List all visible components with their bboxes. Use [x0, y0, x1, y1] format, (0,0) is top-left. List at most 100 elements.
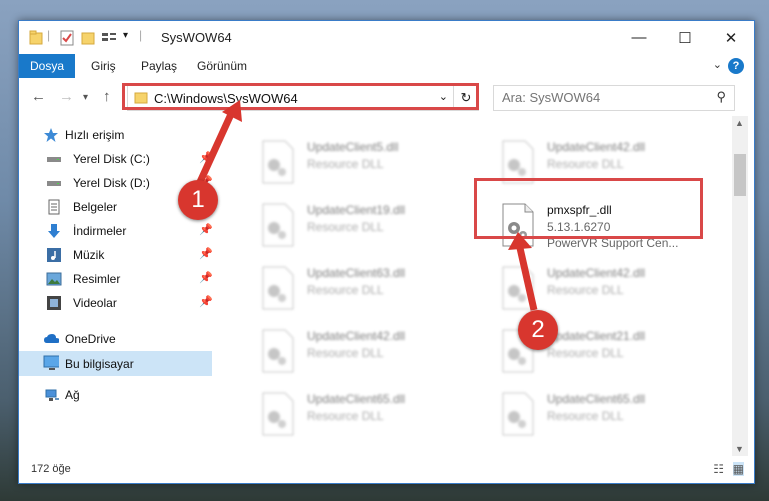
- computer-icon: [43, 355, 59, 370]
- pictures-icon: [46, 272, 62, 286]
- file-name: UpdateClient42.dll: [547, 140, 646, 154]
- details-view-icon[interactable]: ☷: [713, 462, 724, 476]
- new-folder-icon[interactable]: [81, 29, 95, 47]
- quick-access-dropdown-icon[interactable]: ▾: [123, 30, 128, 48]
- sidebar-item-label: Resimler: [73, 272, 121, 286]
- tab-view[interactable]: Görünüm: [197, 59, 247, 73]
- maximize-button[interactable]: ☐: [662, 21, 708, 54]
- file-name: UpdateClient65.dll: [547, 392, 646, 406]
- file-description: Resource DLL: [307, 409, 384, 423]
- scrollbar-thumb[interactable]: [734, 154, 746, 196]
- file-name: UpdateClient5.dll: [307, 140, 399, 154]
- navigation-pane: Hızlı erişim Yerel Disk (C:) 📌 Yerel Dis…: [19, 116, 213, 456]
- dll-file-icon: [262, 329, 294, 373]
- dll-file-icon: [502, 392, 534, 436]
- explorer-window: | ▾ | SysWOW64 — ☐ ✕ Dosya Giriş Paylaş …: [18, 20, 755, 484]
- list-item[interactable]: UpdateClient19.dll Resource DLL: [259, 197, 489, 253]
- up-button[interactable]: ↑: [103, 88, 111, 105]
- list-item[interactable]: UpdateClient42.dll Resource DLL: [259, 323, 489, 379]
- sidebar-item-network[interactable]: Ağ: [19, 384, 212, 406]
- sidebar-item-onedrive[interactable]: OneDrive: [19, 328, 212, 350]
- close-button[interactable]: ✕: [708, 21, 754, 54]
- cloud-icon: [44, 334, 59, 343]
- network-icon: [45, 389, 59, 401]
- scroll-down-icon[interactable]: ▼: [735, 444, 744, 454]
- sidebar-item-label: Hızlı erişim: [65, 128, 125, 142]
- title-bar: | ▾ | SysWOW64 — ☐ ✕: [19, 21, 754, 54]
- file-name: UpdateClient21.dll: [547, 329, 646, 343]
- list-item[interactable]: UpdateClient5.dll Resource DLL: [259, 134, 489, 190]
- minimize-button[interactable]: —: [616, 21, 662, 54]
- sidebar-item-this-pc[interactable]: Bu bilgisayar: [19, 351, 212, 376]
- ribbon: Dosya Giriş Paylaş Görünüm ⌄ ?: [19, 54, 754, 79]
- step-marker-2: 2: [518, 310, 558, 350]
- file-description: Resource DLL: [307, 283, 384, 297]
- dll-file-icon: [262, 266, 294, 310]
- sidebar-item-label: Yerel Disk (D:): [73, 176, 150, 190]
- file-list: UpdateClient5.dll Resource DLL UpdateCli…: [217, 116, 732, 456]
- file-name: UpdateClient63.dll: [307, 266, 406, 280]
- list-item[interactable]: UpdateClient65.dll Resource DLL: [259, 386, 489, 442]
- sidebar-item-label: Müzik: [73, 248, 105, 262]
- sidebar-item-quick-access[interactable]: Hızlı erişim: [19, 124, 212, 146]
- list-item[interactable]: UpdateClient63.dll Resource DLL: [259, 260, 489, 316]
- file-name: UpdateClient65.dll: [307, 392, 406, 406]
- music-icon: [47, 248, 61, 262]
- file-name: UpdateClient42.dll: [547, 266, 646, 280]
- pin-icon: 📌: [199, 224, 213, 236]
- list-item[interactable]: UpdateClient65.dll Resource DLL: [499, 386, 729, 442]
- separator: |: [47, 28, 51, 42]
- file-description: Resource DLL: [547, 157, 624, 171]
- sidebar-item-pictures[interactable]: Resimler 📌: [19, 268, 213, 290]
- drive-icon: [47, 157, 61, 162]
- star-icon: [44, 128, 58, 142]
- dll-file-icon: [262, 392, 294, 436]
- sidebar-item-videos[interactable]: Videolar 📌: [19, 292, 213, 314]
- file-description: Resource DLL: [307, 346, 384, 360]
- drive-icon: [47, 181, 61, 186]
- sidebar-item-local-disk-c[interactable]: Yerel Disk (C:) 📌: [19, 148, 213, 170]
- search-input[interactable]: [500, 89, 704, 106]
- download-icon: [48, 224, 60, 238]
- list-item[interactable]: UpdateClient42.dll Resource DLL: [499, 260, 729, 316]
- status-bar: 172 öğe ☷ ▦: [19, 458, 754, 483]
- back-button[interactable]: ←: [31, 88, 46, 105]
- pin-icon: 📌: [199, 296, 213, 308]
- dll-file-icon: [262, 203, 294, 247]
- sidebar-item-label: Bu bilgisayar: [65, 357, 134, 371]
- step-marker-1: 1: [178, 180, 218, 220]
- pin-icon: 📌: [199, 248, 213, 260]
- help-button[interactable]: ?: [728, 58, 744, 74]
- tab-home[interactable]: Giriş: [91, 59, 116, 73]
- file-description: Resource DLL: [307, 220, 384, 234]
- dll-file-icon: [502, 266, 534, 310]
- search-box[interactable]: ⚲: [493, 85, 735, 111]
- large-icons-view-icon[interactable]: ▦: [732, 462, 744, 476]
- folder-icon[interactable]: [29, 29, 43, 47]
- sidebar-item-downloads[interactable]: İndirmeler 📌: [19, 220, 213, 242]
- sidebar-item-label: Yerel Disk (C:): [73, 152, 150, 166]
- file-description: Resource DLL: [547, 409, 624, 423]
- scroll-up-icon[interactable]: ▲: [735, 118, 744, 128]
- properties-icon[interactable]: [59, 29, 75, 47]
- pin-icon: 📌: [199, 152, 213, 164]
- sidebar-item-label: İndirmeler: [73, 224, 127, 238]
- sidebar-item-music[interactable]: Müzik 📌: [19, 244, 213, 266]
- sidebar-item-label: Belgeler: [73, 200, 118, 214]
- videos-icon: [47, 296, 61, 310]
- navigation-bar: ← → ▾ ↑ C:\Windows\SysWOW64 ⌄ ↻ ⚲: [19, 78, 754, 116]
- file-description: Resource DLL: [547, 283, 624, 297]
- expand-ribbon-icon[interactable]: ⌄: [713, 58, 722, 71]
- customize-toolbar-icon[interactable]: [101, 29, 117, 47]
- forward-button[interactable]: →: [59, 88, 74, 105]
- recent-locations-icon[interactable]: ▾: [83, 92, 88, 103]
- file-description: Resource DLL: [547, 346, 624, 360]
- dll-file-icon: [262, 140, 294, 184]
- tab-file[interactable]: Dosya: [19, 54, 75, 78]
- search-icon[interactable]: ⚲: [716, 89, 726, 105]
- sidebar-item-label: OneDrive: [65, 332, 116, 346]
- pin-icon: 📌: [199, 272, 213, 284]
- tab-share[interactable]: Paylaş: [141, 59, 177, 73]
- vertical-scrollbar[interactable]: ▲ ▼: [732, 116, 748, 456]
- file-description: Resource DLL: [307, 157, 384, 171]
